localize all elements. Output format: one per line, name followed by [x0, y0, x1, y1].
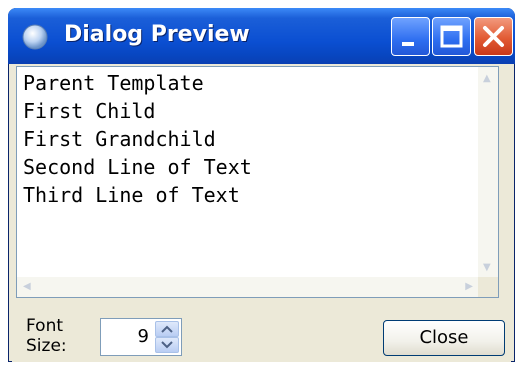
- scroll-up-icon[interactable]: ▲: [483, 73, 491, 84]
- dialog-client-area: Parent Template First Child First Grandc…: [12, 64, 511, 362]
- font-size-label: Font Size:: [26, 316, 67, 356]
- scroll-corner: [478, 277, 498, 297]
- text-line: Second Line of Text: [23, 155, 252, 179]
- text-line: Parent Template: [23, 71, 204, 95]
- preview-text-area[interactable]: Parent Template First Child First Grandc…: [16, 66, 499, 298]
- scroll-right-icon[interactable]: ▶: [465, 281, 473, 292]
- text-line: First Grandchild: [23, 127, 216, 151]
- vertical-scrollbar[interactable]: ▲ ▼: [478, 67, 498, 279]
- close-button[interactable]: Close: [383, 320, 505, 356]
- text-line: Third Line of Text: [23, 183, 240, 207]
- minimize-icon: [402, 42, 414, 46]
- dialog-window: Dialog Preview Parent Template First Chi…: [8, 8, 515, 362]
- close-icon: [483, 26, 504, 47]
- font-size-spinner[interactable]: 9: [100, 318, 182, 356]
- window-title: Dialog Preview: [64, 22, 250, 47]
- spin-down-button[interactable]: [155, 337, 179, 353]
- chevron-down-icon: [161, 341, 173, 349]
- spinner-buttons: [155, 321, 179, 353]
- title-bar[interactable]: Dialog Preview: [8, 8, 515, 64]
- scroll-left-icon[interactable]: ◀: [23, 281, 31, 292]
- maximize-icon: [440, 25, 463, 48]
- text-line: First Child: [23, 99, 156, 123]
- font-size-value[interactable]: 9: [138, 326, 149, 347]
- horizontal-scrollbar[interactable]: ◀ ▶: [17, 277, 479, 297]
- app-icon: [22, 24, 48, 50]
- maximize-button[interactable]: [432, 17, 471, 56]
- spin-up-button[interactable]: [155, 321, 179, 337]
- window-close-button[interactable]: [474, 17, 513, 56]
- scroll-down-icon[interactable]: ▼: [483, 262, 491, 273]
- chevron-up-icon: [161, 325, 173, 333]
- minimize-button[interactable]: [391, 17, 430, 56]
